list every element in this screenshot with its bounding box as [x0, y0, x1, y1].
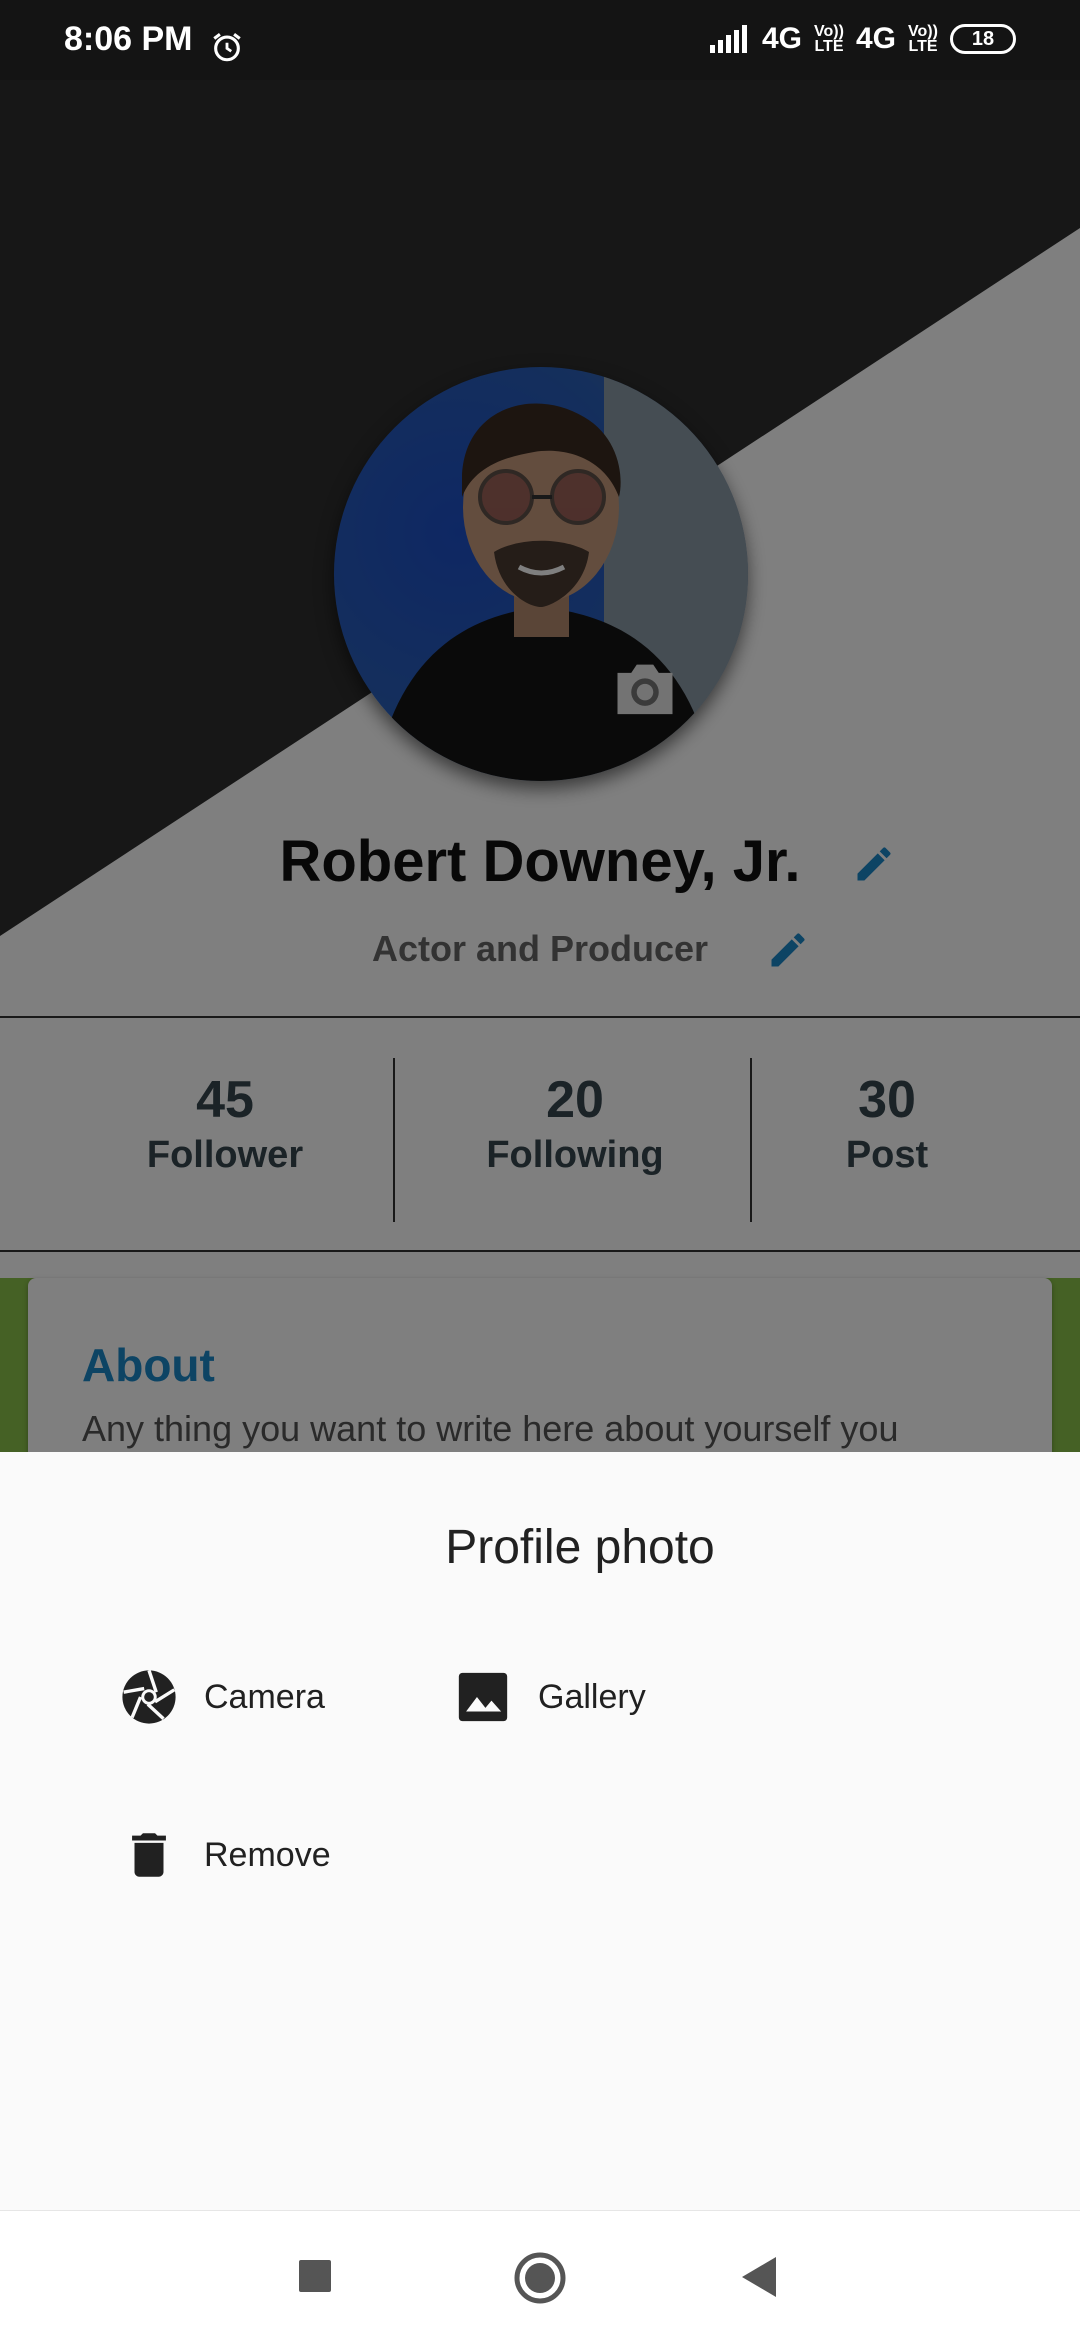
system-navigation-bar [0, 2210, 1080, 2341]
network-type-2: 4G [855, 22, 896, 55]
camera-option-label: Camera [204, 1677, 325, 1716]
volte-badge-1: Vo)) LTE [814, 23, 844, 55]
status-time: 8:06 PM [64, 20, 193, 58]
camera-option[interactable]: Camera [120, 1662, 325, 1732]
sheet-title: Profile photo [445, 1521, 715, 1574]
status-indicators: 4G Vo)) LTE 4G Vo)) LTE 18 [709, 22, 1016, 56]
modal-scrim[interactable] [0, 80, 1080, 1452]
recents-square-icon[interactable] [298, 2259, 332, 2293]
status-bar: 8:06 PM 4G Vo)) LTE 4G Vo)) LTE 18 [0, 0, 1080, 80]
remove-option[interactable]: Remove [120, 1820, 331, 1890]
volte-badge-2: Vo)) LTE [908, 23, 938, 55]
remove-option-label: Remove [204, 1835, 331, 1874]
signal-icon [709, 25, 747, 53]
camera-aperture-icon [122, 1669, 176, 1724]
image-icon [458, 1672, 508, 1722]
gallery-option[interactable]: Gallery [454, 1662, 646, 1732]
profile-page: Robert Downey, Jr. Actor and Producer 45… [0, 80, 1080, 1452]
battery-icon: 18 [950, 24, 1016, 54]
battery-level: 18 [971, 27, 995, 50]
gallery-option-label: Gallery [538, 1677, 646, 1716]
back-triangle-icon[interactable] [740, 2255, 780, 2299]
profile-photo-bottom-sheet: Profile photo Camera Gallery Remove [0, 1452, 1080, 2210]
alarm-icon [213, 33, 241, 62]
trash-icon [132, 1833, 166, 1877]
home-circle-icon[interactable] [513, 2251, 567, 2305]
network-type-1: 4G [761, 22, 802, 55]
